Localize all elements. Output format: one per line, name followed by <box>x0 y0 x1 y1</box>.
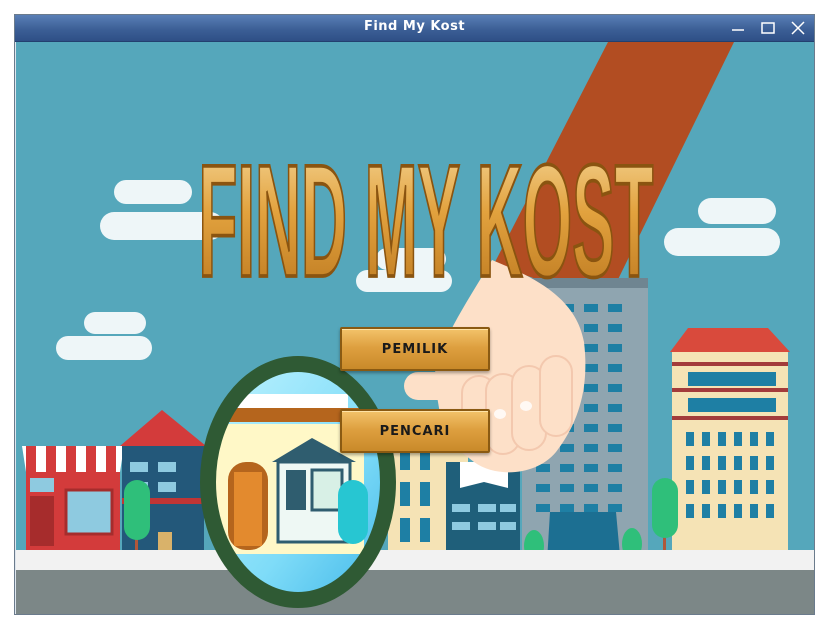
maximize-icon[interactable] <box>758 18 778 38</box>
app-logo-title: FIND MY KOST <box>198 131 653 310</box>
main-panel: FIND MY KOST PEMILIK PENCARI <box>16 42 814 614</box>
window-title: Find My Kost <box>363 19 466 34</box>
close-icon[interactable] <box>788 18 808 38</box>
road <box>16 570 814 614</box>
minimize-icon[interactable] <box>728 18 748 38</box>
seeker-button[interactable]: PENCARI <box>340 409 490 453</box>
magnifying-glass <box>200 356 396 608</box>
app-window: Find My Kost FIND MY KOST PEMILIK PENCAR… <box>14 14 815 615</box>
owner-button[interactable]: PEMILIK <box>340 327 490 371</box>
apartment-building <box>670 328 790 578</box>
title-bar[interactable]: Find My Kost <box>15 15 814 42</box>
sidewalk <box>16 550 814 572</box>
